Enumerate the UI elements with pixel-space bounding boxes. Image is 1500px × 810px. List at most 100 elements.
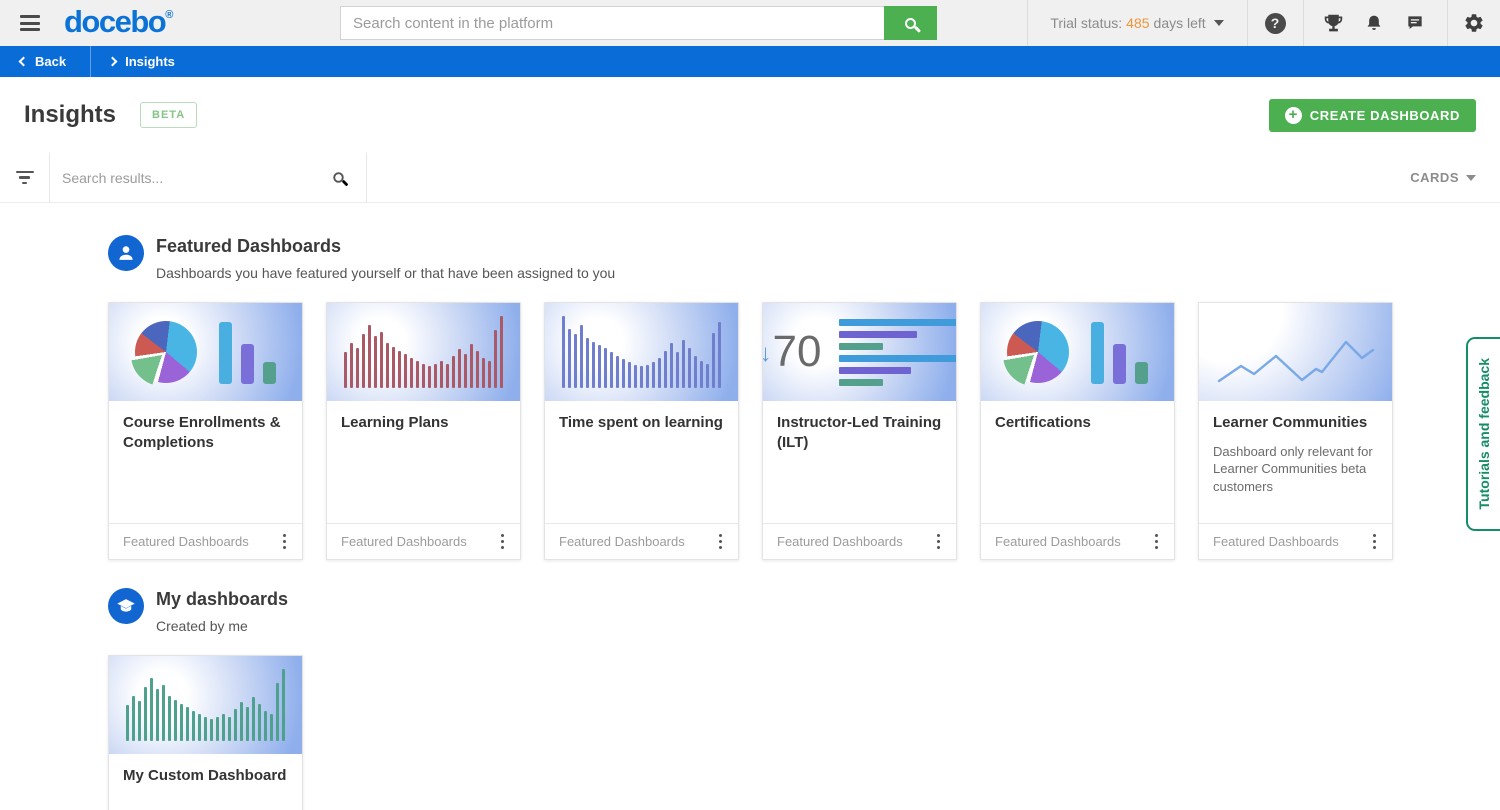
pie-chart [135, 321, 197, 383]
settings-button[interactable] [1447, 0, 1500, 46]
search-icon [333, 172, 343, 182]
chevron-down-icon [1214, 20, 1224, 26]
dashboard-card[interactable]: Learner Communities Dashboard only relev… [1198, 302, 1393, 560]
dashboard-card[interactable]: Course Enrollments & Completions Feature… [108, 302, 303, 560]
main-content: Featured Dashboards Dashboards you have … [0, 235, 1500, 810]
help-icon: ? [1265, 13, 1286, 34]
horizontal-bar-chart [839, 319, 956, 386]
breadcrumb-current[interactable]: Insights [91, 54, 175, 69]
breadcrumb-label: Insights [125, 54, 175, 69]
card-thumbnail [109, 656, 302, 754]
back-button[interactable]: Back [0, 46, 90, 77]
my-dashboards-section-header: My dashboards Created by me [108, 588, 1500, 634]
card-footer-label: Featured Dashboards [777, 534, 903, 549]
kebab-menu-icon[interactable] [931, 528, 947, 556]
docebo-logo[interactable]: docebo® [64, 4, 173, 40]
card-footer-label: Featured Dashboards [1213, 534, 1339, 549]
pie-chart [1007, 321, 1069, 383]
histogram [327, 303, 520, 401]
card-title: Instructor-Led Training (ILT) [777, 413, 942, 452]
dashboard-card[interactable]: Time spent on learning Featured Dashboar… [544, 302, 739, 560]
metric-value: ↓70 [763, 327, 821, 377]
gear-icon [1463, 12, 1485, 34]
chevron-left-icon [19, 57, 29, 67]
search-icon [905, 18, 916, 29]
dashboard-card[interactable]: My Custom Dashboard [108, 655, 303, 810]
card-footer-label: Featured Dashboards [123, 534, 249, 549]
help-button[interactable]: ? [1247, 0, 1303, 46]
plus-icon: + [1285, 107, 1302, 124]
tutorials-feedback-tab[interactable]: Tutorials and feedback [1466, 337, 1500, 531]
results-search-input[interactable] [50, 170, 333, 186]
messages-button[interactable] [1395, 0, 1435, 46]
graduation-cap-icon [108, 588, 144, 624]
card-thumbnail [545, 303, 738, 401]
chevron-right-icon [108, 57, 118, 67]
trophy-icon [1323, 13, 1344, 34]
trial-status-dropdown[interactable]: Trial status: 485 days left [1027, 0, 1247, 46]
bar-chart [219, 320, 276, 384]
card-title: My Custom Dashboard [123, 766, 288, 786]
section-title: Featured Dashboards [156, 235, 615, 257]
card-footer-label: Featured Dashboards [559, 534, 685, 549]
person-icon [108, 235, 144, 271]
section-subtitle: Created by me [156, 618, 288, 634]
hamburger-menu-icon[interactable] [20, 15, 40, 31]
filter-icon [16, 171, 34, 174]
section-title: My dashboards [156, 588, 288, 610]
dashboard-card[interactable]: ↓70 Instructor-Led Training (ILT) Featur… [762, 302, 957, 560]
card-thumbnail [327, 303, 520, 401]
trial-days-value: 485 [1126, 15, 1149, 31]
card-title: Time spent on learning [559, 413, 724, 433]
kebab-menu-icon[interactable] [713, 528, 729, 556]
kebab-menu-icon[interactable] [1149, 528, 1165, 556]
global-search [340, 6, 937, 40]
my-cards-row: My Custom Dashboard [108, 655, 1500, 810]
card-title: Learning Plans [341, 413, 506, 433]
card-thumbnail: ↓70 [763, 303, 956, 401]
card-thumbnail [109, 303, 302, 401]
card-thumbnail [1199, 303, 1392, 401]
kebab-menu-icon[interactable] [277, 528, 293, 556]
gamification-button[interactable] [1313, 0, 1353, 46]
create-dashboard-button[interactable]: + CREATE DASHBOARD [1269, 99, 1476, 132]
card-description: Dashboard only relevant for Learner Comm… [1213, 443, 1378, 496]
card-title: Course Enrollments & Completions [123, 413, 288, 452]
page-title: Insights [24, 101, 116, 129]
filter-bar: CARDS [0, 153, 1500, 203]
kebab-menu-icon[interactable] [1367, 528, 1383, 556]
global-search-button[interactable] [884, 6, 937, 40]
top-bar: docebo® Trial status: 485 days left ? [0, 0, 1500, 46]
histogram [545, 303, 738, 401]
page-header: Insights BETA + CREATE DASHBOARD [0, 77, 1500, 153]
dashboard-card[interactable]: Certifications Featured Dashboards [980, 302, 1175, 560]
histogram [109, 656, 302, 754]
chat-icon [1405, 13, 1425, 33]
trial-days-suffix: days left [1154, 15, 1206, 31]
card-footer-label: Featured Dashboards [341, 534, 467, 549]
breadcrumb-bar: Back Insights [0, 46, 1500, 77]
pie-and-bars-chart [109, 303, 302, 401]
view-mode-dropdown[interactable]: CARDS [1410, 170, 1476, 185]
trial-status-label: Trial status: [1050, 15, 1122, 31]
kebab-menu-icon[interactable] [495, 528, 511, 556]
section-subtitle: Dashboards you have featured yourself or… [156, 265, 615, 281]
back-label: Back [35, 54, 66, 69]
card-title: Certifications [995, 413, 1160, 433]
divider [1303, 0, 1304, 46]
bar-chart [1091, 320, 1148, 384]
pie-and-bars-chart [981, 303, 1174, 401]
card-title: Learner Communities [1213, 413, 1378, 433]
featured-section-header: Featured Dashboards Dashboards you have … [108, 235, 1500, 281]
global-search-input[interactable] [340, 6, 884, 40]
beta-badge: BETA [140, 102, 197, 128]
results-search [50, 153, 367, 203]
filter-button[interactable] [0, 153, 50, 203]
dashboard-card[interactable]: Learning Plans Featured Dashboards [326, 302, 521, 560]
featured-cards-row: Course Enrollments & Completions Feature… [108, 302, 1500, 560]
bell-icon [1364, 13, 1384, 34]
ilt-metric-chart: ↓70 [763, 303, 956, 401]
card-footer-label: Featured Dashboards [995, 534, 1121, 549]
notifications-button[interactable] [1354, 0, 1394, 46]
line-chart [1199, 303, 1392, 401]
